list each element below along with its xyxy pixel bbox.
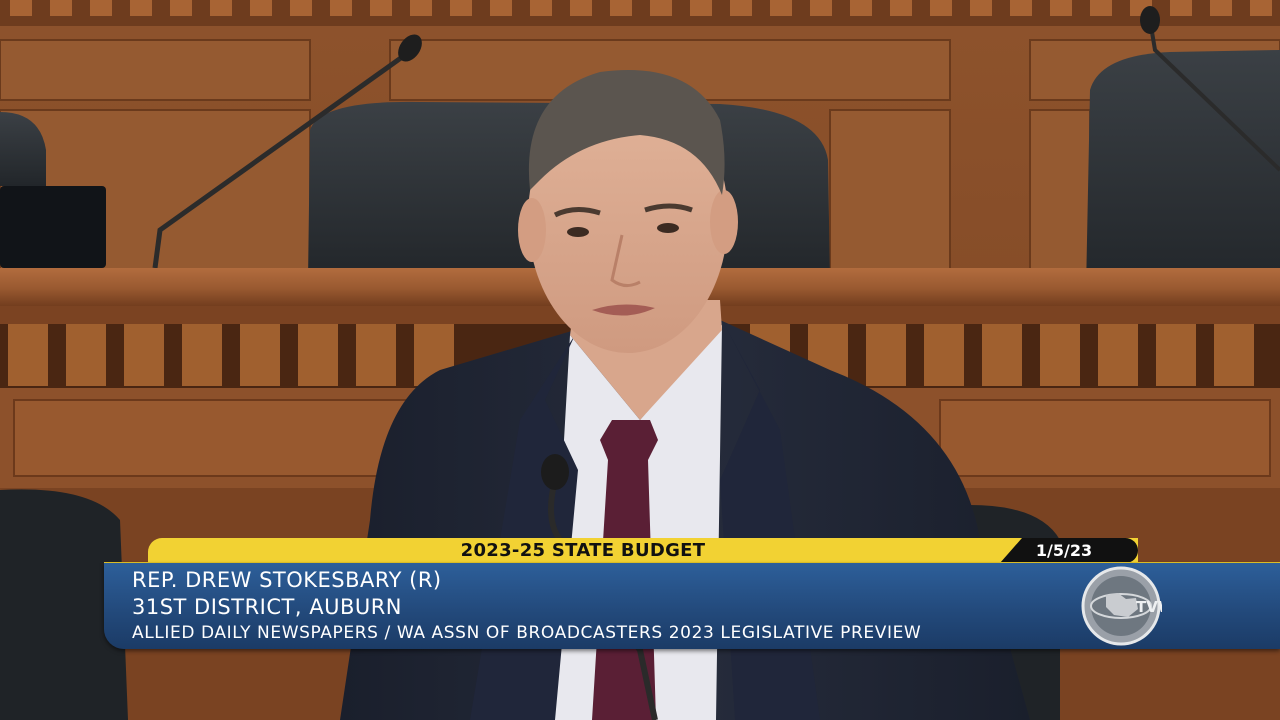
tvw-logo-text: TVW [1136,598,1162,616]
lower-third-topic: 2023-25 STATE BUDGET [460,540,706,561]
tvw-globe-logo: TVW [1081,566,1162,646]
speaker-district: 31ST DISTRICT, AUBURN [132,595,403,619]
lower-third-date: 1/5/23 [1035,541,1093,560]
speaker-name: REP. DREW STOKESBARY (R) [132,568,442,592]
video-frame: 2023-25 STATE BUDGET 1/5/23 REP. DREW ST… [0,0,1280,720]
event-title: ALLIED DAILY NEWSPAPERS / WA ASSN OF BRO… [132,623,922,643]
